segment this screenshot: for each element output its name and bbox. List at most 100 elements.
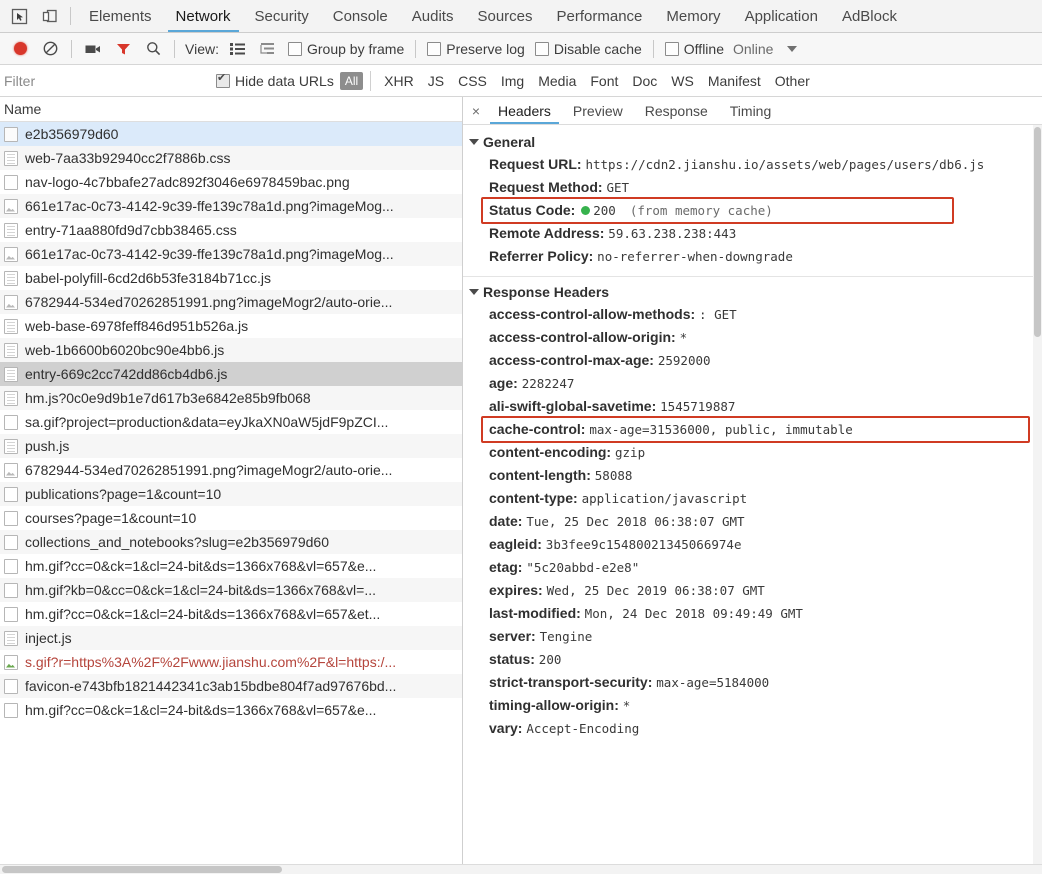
tab-performance[interactable]: Performance (545, 1, 655, 32)
tab-console[interactable]: Console (321, 1, 400, 32)
request-row[interactable]: hm.gif?cc=0&ck=1&cl=24-bit&ds=1366x768&v… (0, 698, 462, 722)
request-row[interactable]: nav-logo-4c7bbafe27adc892f3046e6978459ba… (0, 170, 462, 194)
filter-type-ws[interactable]: WS (665, 72, 700, 90)
request-row[interactable]: 661e17ac-0c73-4142-9c39-ffe139c78a1d.png… (0, 242, 462, 266)
record-icon[interactable] (7, 36, 33, 62)
horizontal-scrollbar[interactable] (0, 864, 1042, 874)
horizontal-scrollbar-thumb[interactable] (2, 866, 282, 873)
response-header-row: eagleid: 3b3fee9c15480021345066974e (463, 533, 1042, 556)
request-row[interactable]: 6782944-534ed70262851991.png?imageMogr2/… (0, 290, 462, 314)
list-view-icon[interactable] (225, 36, 251, 62)
toolbar-divider (174, 39, 175, 58)
request-row[interactable]: web-7aa33b92940cc2f7886b.css (0, 146, 462, 170)
tab-memory[interactable]: Memory (654, 1, 732, 32)
script-icon (4, 390, 18, 406)
request-row[interactable]: e2b356979d60 (0, 122, 462, 146)
throttle-value[interactable]: Online (733, 41, 773, 57)
filter-type-js[interactable]: JS (422, 72, 450, 90)
request-row[interactable]: sa.gif?project=production&data=eyJkaXN0a… (0, 410, 462, 434)
device-toolbar-icon[interactable] (36, 3, 62, 29)
camera-icon[interactable] (80, 36, 106, 62)
image-icon (4, 198, 18, 214)
close-icon[interactable]: × (465, 103, 487, 119)
request-row[interactable]: hm.gif?cc=0&ck=1&cl=24-bit&ds=1366x768&v… (0, 554, 462, 578)
preserve-log-checkbox[interactable]: Preserve log (427, 41, 525, 57)
triangle-down-icon (469, 139, 479, 145)
request-list[interactable]: e2b356979d60 web-7aa33b92940cc2f7886b.css… (0, 122, 462, 864)
request-name: inject.js (25, 630, 72, 646)
waterfall-view-icon[interactable] (255, 36, 281, 62)
disable-cache-checkbox[interactable]: Disable cache (534, 40, 642, 57)
checkbox-box (216, 72, 230, 88)
tab-adblock[interactable]: AdBlock (830, 1, 909, 32)
tab-headers[interactable]: Headers (487, 98, 562, 124)
request-row[interactable]: favicon-e743bfb1821442341c3ab15bdbe804f7… (0, 674, 462, 698)
request-row[interactable]: 661e17ac-0c73-4142-9c39-ffe139c78a1d.png… (0, 194, 462, 218)
tab-response[interactable]: Response (634, 98, 719, 124)
response-header-key: ali-swift-global-savetime: (489, 398, 661, 414)
chevron-down-icon[interactable] (787, 45, 798, 52)
offline-label: Offline (683, 40, 724, 57)
response-header-row: ali-swift-global-savetime: 1545719887 (463, 395, 1042, 418)
response-headers-section-header[interactable]: Response Headers (463, 281, 1042, 303)
offline-checkbox[interactable]: Offline (664, 40, 724, 57)
request-row[interactable]: hm.gif?cc=0&ck=1&cl=24-bit&ds=1366x768&v… (0, 602, 462, 626)
detail-scrollbar[interactable] (1033, 125, 1042, 864)
filter-funnel-icon[interactable] (110, 36, 136, 62)
request-row[interactable]: entry-71aa880fd9d7cbb38465.css (0, 218, 462, 242)
response-header-row: content-encoding: gzip (463, 441, 1042, 464)
devtools-tabstrip: Elements Network Security Console Audits… (0, 0, 1042, 33)
filter-type-other[interactable]: Other (769, 72, 816, 90)
request-row[interactable]: web-base-6978feff846d951b526a.js (0, 314, 462, 338)
response-header-row: content-length: 58088 (463, 464, 1042, 487)
request-row[interactable]: courses?page=1&count=10 (0, 506, 462, 530)
preserve-log-label: Preserve log (446, 40, 525, 57)
image-icon-color (4, 654, 18, 670)
filter-type-doc[interactable]: Doc (626, 72, 663, 90)
filter-input[interactable] (0, 71, 211, 90)
tab-application[interactable]: Application (733, 1, 830, 32)
request-row[interactable]: inject.js (0, 626, 462, 650)
general-key: Remote Address: (489, 225, 609, 241)
request-row[interactable]: 6782944-534ed70262851991.png?imageMogr2/… (0, 458, 462, 482)
tab-security[interactable]: Security (243, 1, 321, 32)
tab-network[interactable]: Network (164, 1, 243, 32)
inspect-element-icon[interactable] (6, 3, 32, 29)
general-row: Status Code: 200 (from memory cache) (463, 197, 1042, 224)
filter-type-img[interactable]: Img (495, 72, 530, 90)
group-by-frame-checkbox[interactable]: Group by frame (287, 41, 404, 57)
filter-type-all[interactable]: All (339, 71, 364, 90)
request-row[interactable]: web-1b6600b6020bc90e4bb6.js (0, 338, 462, 362)
request-name: nav-logo-4c7bbafe27adc892f3046e6978459ba… (25, 174, 350, 190)
filter-type-css[interactable]: CSS (452, 72, 493, 90)
tab-audits[interactable]: Audits (400, 1, 466, 32)
request-row[interactable]: s.gif?r=https%3A%2F%2Fwww.jianshu.com%2F… (0, 650, 462, 674)
request-row[interactable]: publications?page=1&count=10 (0, 482, 462, 506)
image-icon (4, 294, 18, 310)
tab-preview[interactable]: Preview (562, 98, 634, 124)
response-header-key: expires: (489, 582, 547, 598)
response-header-value: Wed, 25 Dec 2019 06:38:07 GMT (546, 583, 765, 598)
general-section-header[interactable]: General (463, 131, 1042, 153)
column-header-name[interactable]: Name (0, 97, 462, 122)
request-row[interactable]: hm.gif?kb=0&cc=0&ck=1&cl=24-bit&ds=1366x… (0, 578, 462, 602)
filter-type-xhr[interactable]: XHR (378, 72, 420, 90)
network-toolbar: View: Group by frame Preserve log Disabl… (0, 33, 1042, 65)
filter-type-media[interactable]: Media (532, 72, 582, 90)
request-row[interactable]: hm.js?0c0e9d9b1e7d617b3e6842e85b9fb068 (0, 386, 462, 410)
tab-elements[interactable]: Elements (77, 1, 164, 32)
request-list-pane: Name e2b356979d60 web-7aa33b92940cc2f7886… (0, 97, 463, 864)
clear-icon[interactable] (37, 36, 63, 62)
tab-timing[interactable]: Timing (719, 98, 783, 124)
request-row[interactable]: entry-669c2cc742dd86cb4db6.js (0, 362, 462, 386)
request-row[interactable]: push.js (0, 434, 462, 458)
filter-type-manifest[interactable]: Manifest (702, 72, 767, 90)
filter-type-font[interactable]: Font (584, 72, 624, 90)
request-row[interactable]: collections_and_notebooks?slug=e2b356979… (0, 530, 462, 554)
disable-cache-label: Disable cache (553, 40, 642, 57)
hide-data-urls-checkbox[interactable]: Hide data URLs (216, 72, 334, 89)
search-icon[interactable] (140, 36, 166, 62)
request-row[interactable]: babel-polyfill-6cd2d6b53fe3184b71cc.js (0, 266, 462, 290)
scrollbar-thumb[interactable] (1034, 127, 1041, 337)
tab-sources[interactable]: Sources (465, 1, 544, 32)
